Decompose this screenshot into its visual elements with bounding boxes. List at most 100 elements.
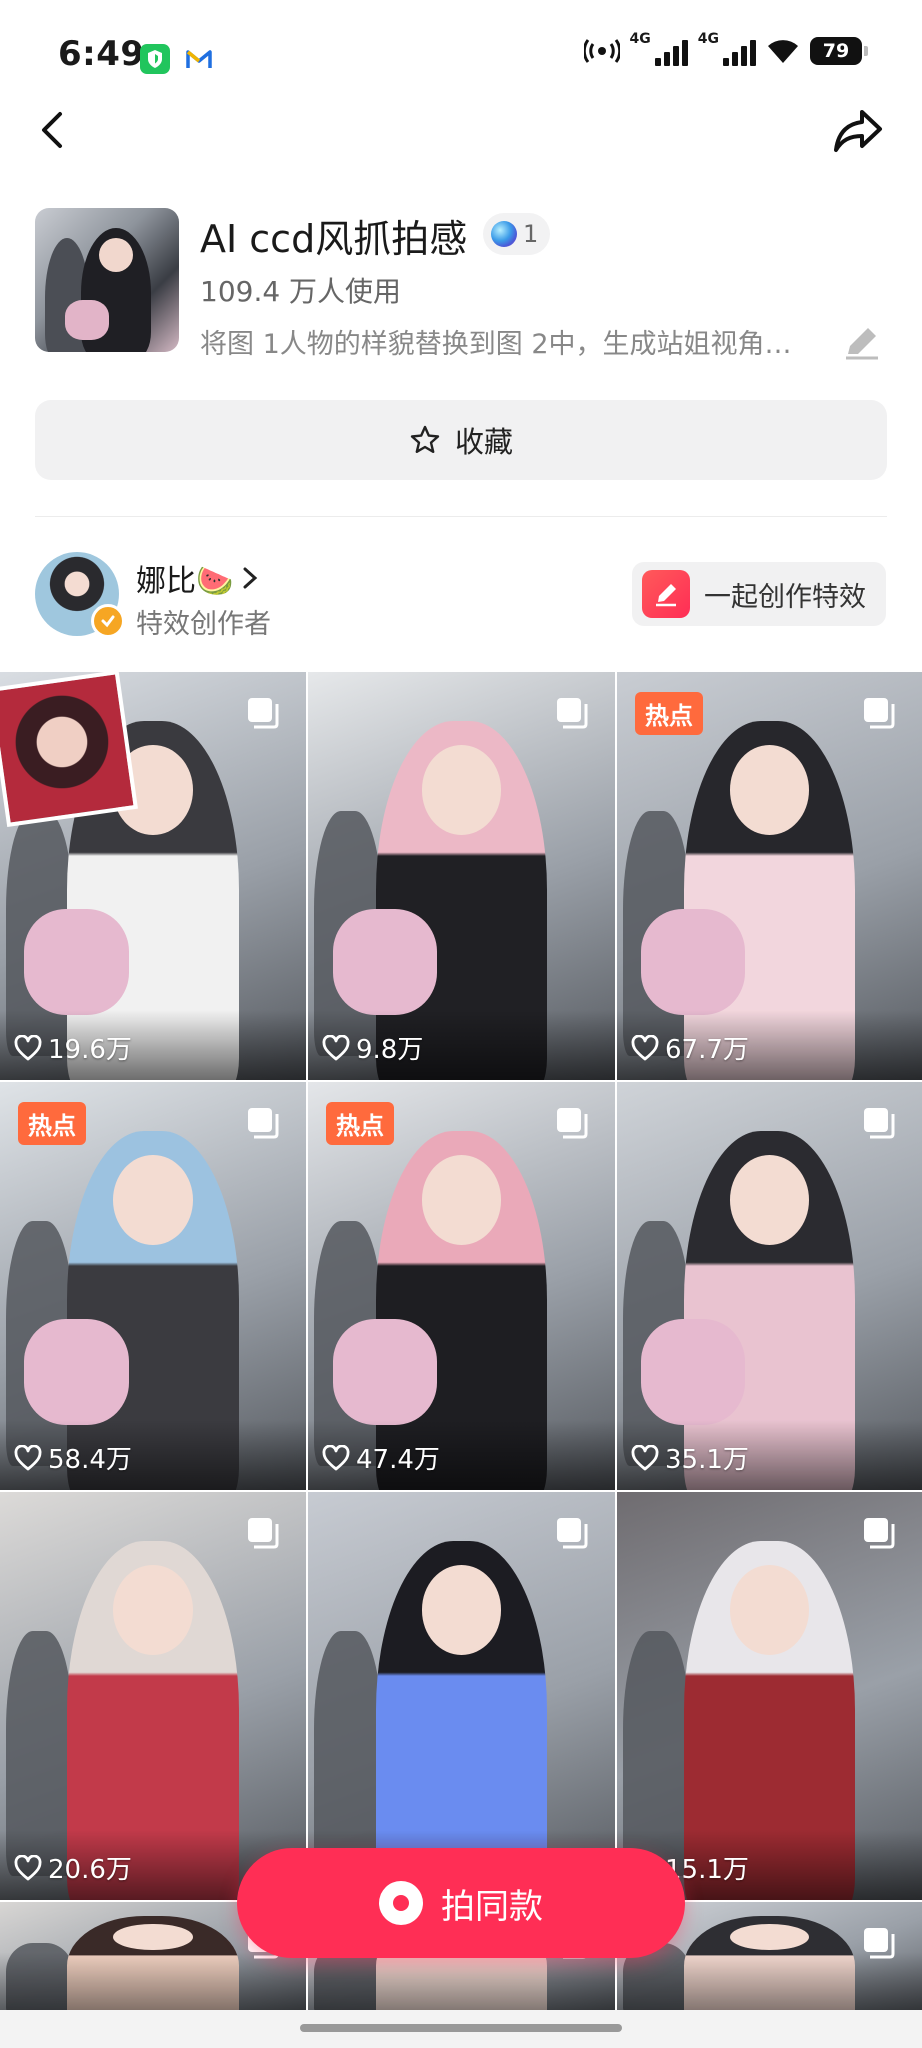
subject-face: [113, 1923, 193, 1950]
handbag: [641, 1318, 746, 1425]
like-count-value: 67.7万: [665, 1035, 749, 1065]
like-count: 47.4万: [322, 1439, 440, 1476]
handbag: [332, 908, 437, 1015]
handbag: [332, 1318, 437, 1425]
signal-icon-2: [723, 36, 756, 66]
co-create-button[interactable]: 一起创作特效: [632, 562, 886, 626]
like-count: 58.4万: [14, 1439, 132, 1476]
hot-badge: 热点: [326, 1102, 394, 1145]
battery-icon: 79: [810, 37, 868, 65]
like-count-value: 19.6万: [48, 1035, 132, 1065]
subject-face: [113, 1565, 193, 1656]
network-label-1: 4G: [629, 31, 651, 47]
subject-face: [729, 1923, 810, 1950]
shield-app-icon: [140, 44, 170, 74]
globe-badge-icon: [491, 221, 517, 247]
hot-badge: 热点: [635, 692, 703, 735]
hot-badge: 热点: [18, 1102, 86, 1145]
work-tile[interactable]: 热点 47.4万: [308, 1082, 615, 1490]
creator-role: 特效创作者: [136, 609, 271, 640]
star-icon: [410, 425, 440, 453]
heart-icon: [322, 1444, 350, 1470]
multi-select-icon[interactable]: [555, 696, 589, 730]
like-count: 35.1万: [631, 1439, 749, 1476]
reference-photo-inset: [0, 672, 138, 828]
work-tile[interactable]: 9.8万: [308, 672, 615, 1080]
creator-name: 娜比🍉: [136, 564, 234, 599]
handbag: [24, 908, 129, 1015]
like-count-value: 58.4万: [48, 1445, 132, 1475]
handbag: [24, 1318, 129, 1425]
section-divider: [35, 516, 887, 517]
signal-icon: [654, 36, 688, 66]
subject-face: [421, 1155, 502, 1246]
work-tile[interactable]: 35.1万: [617, 1082, 922, 1490]
multi-select-icon[interactable]: [862, 1926, 896, 1960]
subject-face: [113, 1155, 193, 1246]
heart-icon: [14, 1854, 42, 1880]
subject-face: [421, 1565, 502, 1656]
verified-check-icon: [91, 604, 125, 638]
effect-description[interactable]: 将图 1人物的样貌替换到图 2中，生成站姐视角…: [200, 322, 840, 361]
work-tile[interactable]: 15.1万: [617, 1492, 922, 1900]
mail-app-icon: [184, 44, 214, 74]
multi-select-icon[interactable]: [862, 1516, 896, 1550]
back-button[interactable]: [30, 100, 78, 160]
heart-icon: [14, 1034, 42, 1060]
like-count: 9.8万: [322, 1029, 423, 1066]
multi-select-icon[interactable]: [555, 1516, 589, 1550]
subject-face: [729, 1565, 810, 1656]
multi-select-icon[interactable]: [862, 696, 896, 730]
share-arrow-icon: [834, 110, 882, 152]
like-count: 19.6万: [14, 1029, 132, 1066]
multi-select-icon[interactable]: [246, 1106, 280, 1140]
like-count-value: 35.1万: [665, 1445, 749, 1475]
hotspot-icon: [583, 39, 620, 63]
share-button[interactable]: [828, 100, 888, 160]
like-count: 20.6万: [14, 1849, 132, 1886]
creator-avatar[interactable]: [35, 552, 125, 638]
like-count: 67.7万: [631, 1029, 749, 1066]
effect-title: AI ccd风抓拍感: [200, 217, 468, 261]
wifi-icon: [768, 40, 798, 63]
work-tile[interactable]: [308, 1492, 615, 1900]
multi-select-icon[interactable]: [862, 1106, 896, 1140]
work-tile[interactable]: 19.6万: [0, 672, 306, 1080]
work-tile[interactable]: 20.6万: [0, 1492, 306, 1900]
work-tile[interactable]: 热点 58.4万: [0, 1082, 306, 1490]
shoot-same-label: 拍同款: [441, 1886, 543, 1927]
effect-badge[interactable]: 1: [483, 213, 551, 255]
home-indicator[interactable]: [300, 2024, 622, 2032]
subject-face: [729, 745, 810, 836]
effect-thumbnail[interactable]: [35, 208, 179, 352]
usage-count: 109.4 万人使用: [200, 275, 402, 308]
network-label-2: 4G: [697, 31, 719, 47]
status-bar: 6:49 4G 4G 79: [0, 0, 922, 116]
heart-icon: [322, 1034, 350, 1060]
status-time: 6:49: [58, 34, 145, 74]
favorite-button[interactable]: 收藏: [35, 400, 887, 480]
badge-count: 1: [523, 220, 539, 248]
like-count-value: 9.8万: [356, 1035, 424, 1065]
camera-icon: [379, 1881, 423, 1925]
chevron-right-icon: [243, 567, 258, 589]
chevron-left-icon: [42, 112, 62, 148]
status-indicators: 4G 4G 79: [583, 31, 868, 66]
work-tile[interactable]: 热点 67.7万: [617, 672, 922, 1080]
subject-face: [421, 745, 502, 836]
multi-select-icon[interactable]: [246, 1516, 280, 1550]
heart-icon: [14, 1444, 42, 1470]
like-count-value: 20.6万: [48, 1855, 132, 1885]
multi-select-icon[interactable]: [555, 1106, 589, 1140]
co-create-label: 一起创作特效: [704, 581, 866, 613]
edit-pencil-icon[interactable]: [842, 322, 882, 362]
heart-icon: [631, 1034, 659, 1060]
pen-icon: [642, 570, 690, 618]
favorite-label: 收藏: [454, 425, 513, 459]
creator-name-link[interactable]: 娜比🍉: [136, 556, 261, 600]
subject-face: [729, 1155, 810, 1246]
handbag: [641, 908, 746, 1015]
like-count-value: 47.4万: [356, 1445, 440, 1475]
shoot-same-button[interactable]: 拍同款: [237, 1848, 685, 1958]
multi-select-icon[interactable]: [246, 696, 280, 730]
